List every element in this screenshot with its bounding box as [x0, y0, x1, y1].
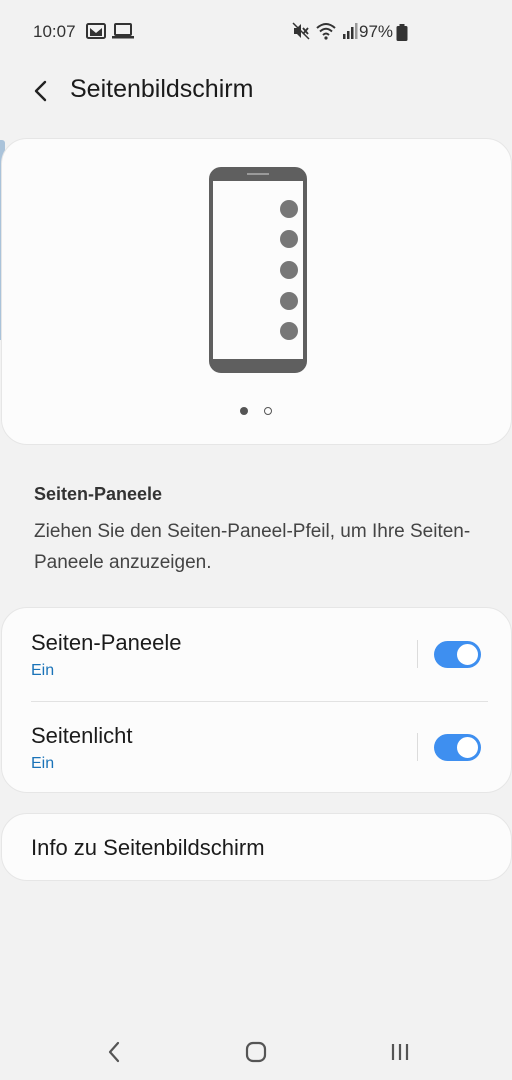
app-header: Seitenbildschirm: [0, 64, 512, 120]
setting-status: Ein: [31, 662, 55, 679]
home-icon: [245, 1041, 267, 1063]
toggle-knob: [455, 735, 480, 760]
back-button[interactable]: [26, 76, 56, 106]
edge-panels-toggle[interactable]: [434, 641, 481, 668]
pager-dot-active[interactable]: [240, 407, 248, 415]
description-text: Ziehen Sie den Seiten-Paneel-Pfeil, um I…: [34, 521, 471, 573]
divider: [417, 733, 418, 761]
description-title: Seiten-Paneele: [34, 484, 163, 504]
setting-row-edge-lighting[interactable]: Seitenlicht Ein: [2, 701, 512, 794]
back-arrow-icon: [34, 80, 47, 102]
screen: 10:07 97% Seitenbildschirm Seiten-Paneel…: [0, 0, 512, 1080]
chevron-left-icon: [108, 1041, 120, 1063]
page-title: Seitenbildschirm: [70, 75, 254, 103]
phone-edge-panel-illustration: [209, 167, 307, 373]
wifi-icon: [316, 22, 336, 45]
navigation-bar: [0, 1024, 512, 1080]
toggle-knob: [455, 642, 480, 667]
status-left-icons: [86, 22, 134, 45]
pager-dot[interactable]: [264, 407, 272, 415]
battery-percent: 97%: [359, 22, 394, 41]
setting-row-edge-panels[interactable]: Seiten-Paneele Ein: [2, 608, 512, 701]
nav-back-button[interactable]: [99, 1038, 129, 1066]
gmail-icon: [86, 22, 106, 45]
pager-indicator: [240, 407, 272, 415]
status-right-icons: [292, 22, 358, 45]
mute-icon: [292, 22, 310, 45]
preview-card: [1, 138, 512, 445]
recent-apps-icon: [391, 1044, 409, 1060]
setting-status: Ein: [31, 755, 55, 772]
battery-icon: [396, 24, 408, 46]
setting-title: Seiten-Paneele: [31, 630, 182, 655]
status-time: 10:07: [33, 22, 76, 41]
status-bar: 10:07 97%: [0, 0, 512, 64]
info-row[interactable]: Info zu Seitenbildschirm: [1, 813, 512, 881]
nav-recent-apps-button[interactable]: [385, 1038, 415, 1066]
laptop-icon: [112, 22, 134, 45]
divider: [417, 640, 418, 668]
info-label: Info zu Seitenbildschirm: [31, 835, 265, 860]
signal-icon: [342, 22, 358, 45]
edge-lighting-toggle[interactable]: [434, 734, 481, 761]
setting-title: Seitenlicht: [31, 723, 133, 748]
nav-home-button[interactable]: [241, 1038, 271, 1066]
settings-card: Seiten-Paneele Ein Seitenlicht Ein: [1, 607, 512, 793]
